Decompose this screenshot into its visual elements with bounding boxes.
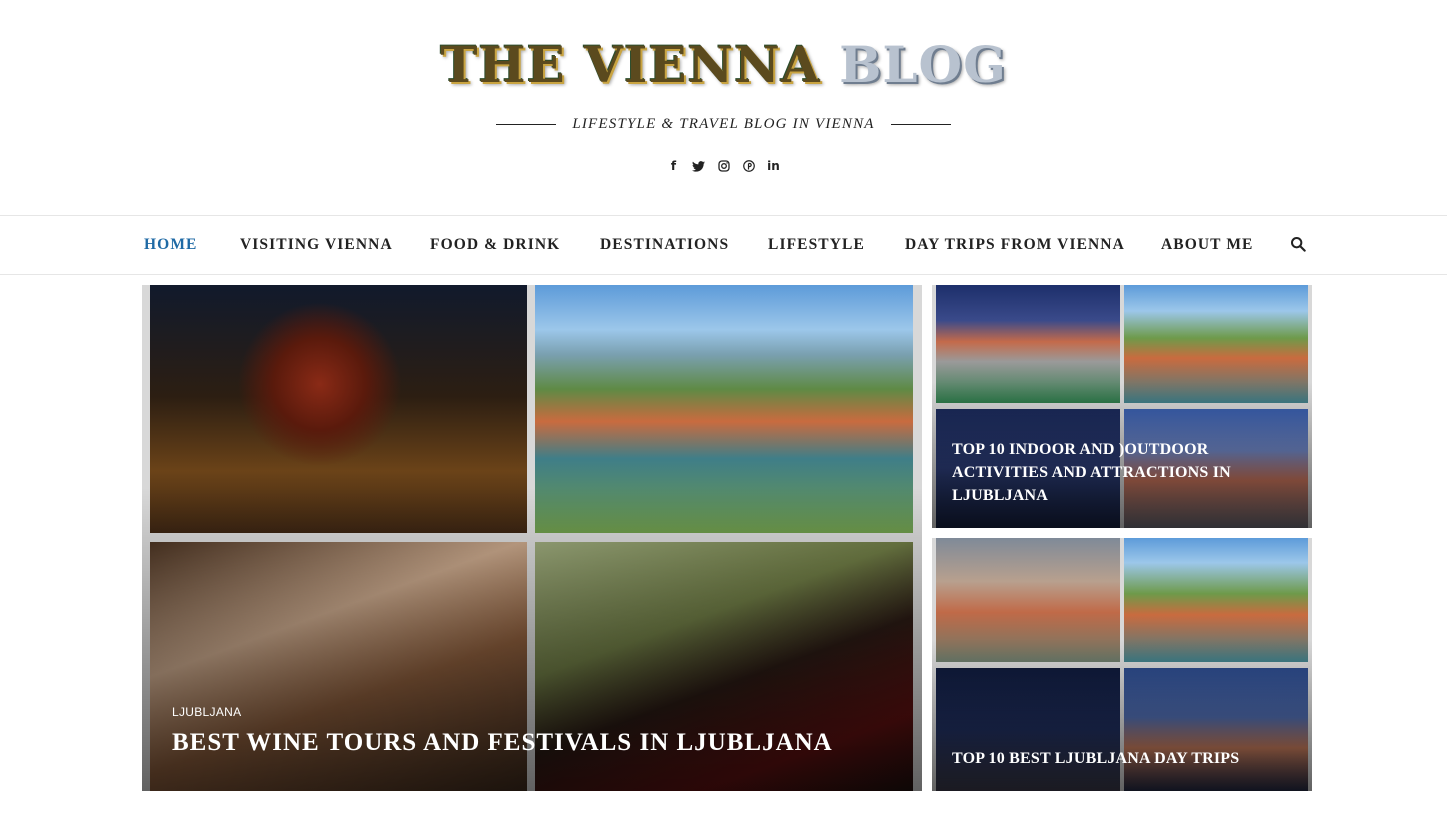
post-title[interactable]: TOP 10 INDOOR AND )OUTDOOR ACTIVITIES AN… [952,438,1252,507]
site-tagline: LIFESTYLE & TRAVEL BLOG IN VIENNA [572,115,875,132]
social-links: f in [0,155,1447,177]
search-icon[interactable] [1290,236,1308,254]
twitter-icon[interactable] [692,155,706,177]
pinterest-icon[interactable] [742,155,756,177]
logo-text-blog: BLOG [839,35,1007,94]
nav-item-food-drink[interactable]: FOOD & DRINK [430,216,560,274]
logo-text-the-vienna: THE VIENNA [440,35,821,94]
site-logo[interactable]: THE VIENNA BLOG [0,30,1447,100]
nav-item-lifestyle[interactable]: LIFESTYLE [768,216,865,274]
featured-post-main[interactable]: LJUBLJANA BEST WINE TOURS AND FESTIVALS … [142,285,922,791]
nav-item-home[interactable]: HOME [144,216,197,274]
linkedin-icon[interactable]: in [767,155,781,177]
nav-item-visiting-vienna[interactable]: VISITING VIENNA [240,216,393,274]
site-header: THE VIENNA BLOG LIFESTYLE & TRAVEL BLOG … [0,0,1447,215]
post-title[interactable]: TOP 10 BEST LJUBLJANA DAY TRIPS [952,747,1292,770]
main-navigation: HOME VISITING VIENNA FOOD & DRINK DESTIN… [0,215,1447,275]
featured-post-side-2[interactable]: TOP 10 BEST LJUBLJANA DAY TRIPS [932,538,1312,791]
instagram-icon[interactable] [717,155,731,177]
nav-item-destinations[interactable]: DESTINATIONS [600,216,729,274]
post-category[interactable]: LJUBLJANA [172,705,241,719]
tagline-row: LIFESTYLE & TRAVEL BLOG IN VIENNA [0,113,1447,135]
facebook-icon[interactable]: f [667,155,681,177]
nav-item-day-trips[interactable]: DAY TRIPS FROM VIENNA [905,216,1125,274]
featured-post-side-1[interactable]: TOP 10 INDOOR AND )OUTDOOR ACTIVITIES AN… [932,285,1312,528]
tagline-divider-left [496,123,557,125]
post-title[interactable]: BEST WINE TOURS AND FESTIVALS IN LJUBLJA… [172,729,833,757]
nav-item-about-me[interactable]: ABOUT ME [1161,216,1253,274]
tagline-divider-right [890,123,951,125]
